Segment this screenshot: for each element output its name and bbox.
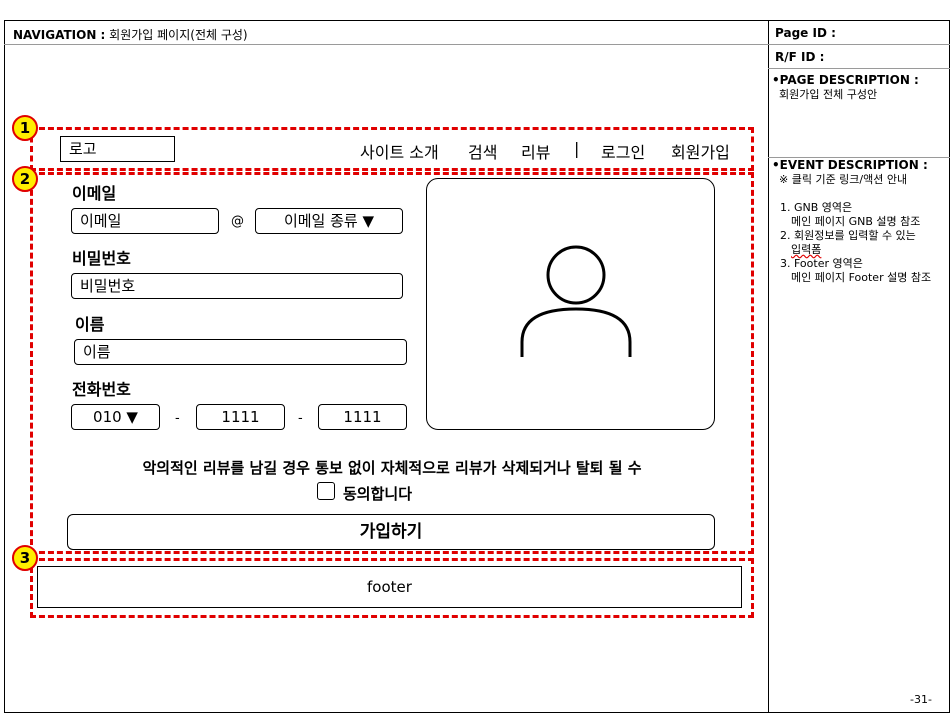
- page-id-label: Page ID :: [775, 26, 836, 40]
- event-description-title: •EVENT DESCRIPTION :: [772, 158, 928, 172]
- at-sign: @: [231, 214, 244, 229]
- name-label: 이름: [75, 315, 105, 334]
- agree-checkbox[interactable]: [317, 482, 335, 500]
- email-label: 이메일: [72, 184, 117, 203]
- gnb-search-link[interactable]: 검색: [468, 139, 497, 163]
- sidebar-divider: [768, 20, 769, 713]
- event-item-3-line2: 메인 페이지 Footer 설명 참조: [791, 271, 932, 284]
- name-input[interactable]: 이름: [74, 339, 407, 365]
- region-badge-3: 3: [12, 545, 38, 571]
- page-description-text: 회원가입 전체 구성안: [779, 88, 878, 101]
- page-description-title: •PAGE DESCRIPTION :: [772, 73, 919, 87]
- user-avatar-icon: [520, 245, 632, 357]
- phone-prefix-select[interactable]: 010 ▼: [71, 404, 160, 430]
- agree-label: 동의합니다: [343, 485, 413, 503]
- email-input[interactable]: 이메일: [71, 208, 219, 234]
- navigation-label: NAVIGATION :: [13, 28, 106, 42]
- page-number: -31-: [910, 693, 932, 706]
- footer: footer: [37, 566, 742, 608]
- event-item-1-line2: 메인 페이지 GNB 설명 참조: [791, 215, 921, 228]
- profile-photo-box[interactable]: [426, 178, 715, 430]
- region-badge-1: 1: [12, 115, 38, 141]
- review-policy-notice: 악의적인 리뷰를 남길 경우 통보 없이 자체적으로 리뷰가 삭제되거나 탈퇴 …: [142, 459, 642, 477]
- header-divider: [4, 44, 768, 45]
- phone-dash-1: -: [175, 411, 180, 426]
- navigation-value: 회원가입 페이지(전체 구성): [109, 28, 248, 42]
- sidebar-divider-1: [768, 44, 950, 45]
- event-item-2-line2: 입력폼: [791, 243, 822, 256]
- gnb-signup-link[interactable]: 회원가입: [671, 139, 730, 163]
- password-label: 비밀번호: [72, 249, 131, 268]
- phone-dash-2: -: [298, 411, 303, 426]
- event-item-2-line1: 2. 회원정보를 입력할 수 있는: [780, 229, 916, 242]
- region-badge-2: 2: [12, 166, 38, 192]
- gnb-review-link[interactable]: 리뷰: [521, 139, 550, 163]
- phone-last-input[interactable]: 1111: [318, 404, 407, 430]
- email-type-select[interactable]: 이메일 종류 ▼: [255, 208, 403, 234]
- password-input[interactable]: 비밀번호: [71, 273, 403, 299]
- gnb-login-link[interactable]: 로그인: [601, 139, 645, 163]
- rf-id-label: R/F ID :: [775, 50, 825, 64]
- event-item-1-line1: 1. GNB 영역은: [780, 201, 853, 214]
- gnb-site-intro-link[interactable]: 사이트 소개: [360, 139, 439, 163]
- sidebar-divider-2: [768, 68, 950, 69]
- event-description-sub: ※ 클릭 기준 링크/액션 안내: [779, 173, 908, 186]
- phone-middle-input[interactable]: 1111: [196, 404, 285, 430]
- logo[interactable]: 로고: [60, 136, 175, 162]
- phone-label: 전화번호: [72, 380, 131, 399]
- gnb-separator: |: [574, 139, 580, 158]
- signup-submit-button[interactable]: 가입하기: [67, 514, 715, 550]
- navigation-bar: NAVIGATION : 회원가입 페이지(전체 구성): [13, 26, 248, 43]
- event-item-3-line1: 3. Footer 영역은: [780, 257, 863, 270]
